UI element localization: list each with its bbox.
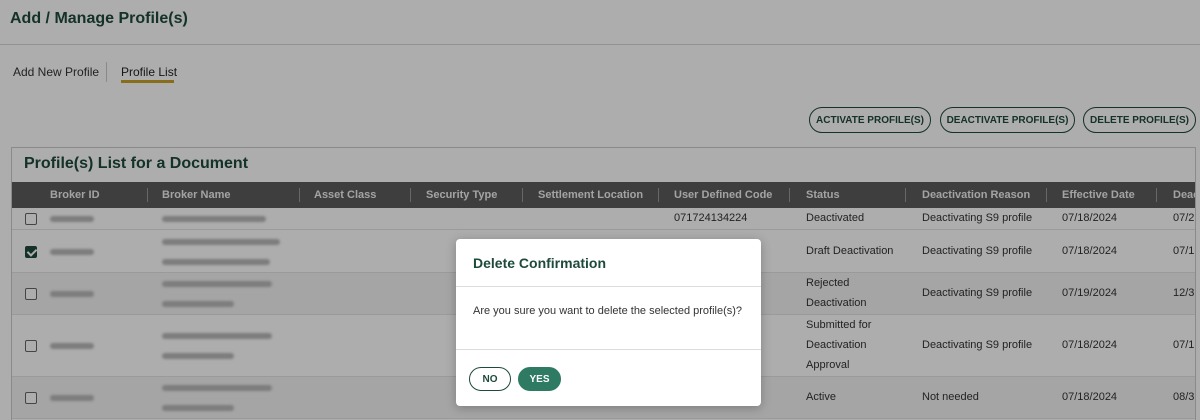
delete-confirmation-dialog: Delete Confirmation Are you sure you wan… (456, 239, 761, 406)
yes-button[interactable]: YES (518, 367, 561, 391)
no-button[interactable]: NO (469, 367, 511, 391)
dialog-title: Delete Confirmation (473, 255, 607, 271)
dialog-divider (456, 286, 761, 287)
dialog-divider (456, 349, 761, 350)
dialog-message: Are you sure you want to delete the sele… (473, 305, 743, 317)
